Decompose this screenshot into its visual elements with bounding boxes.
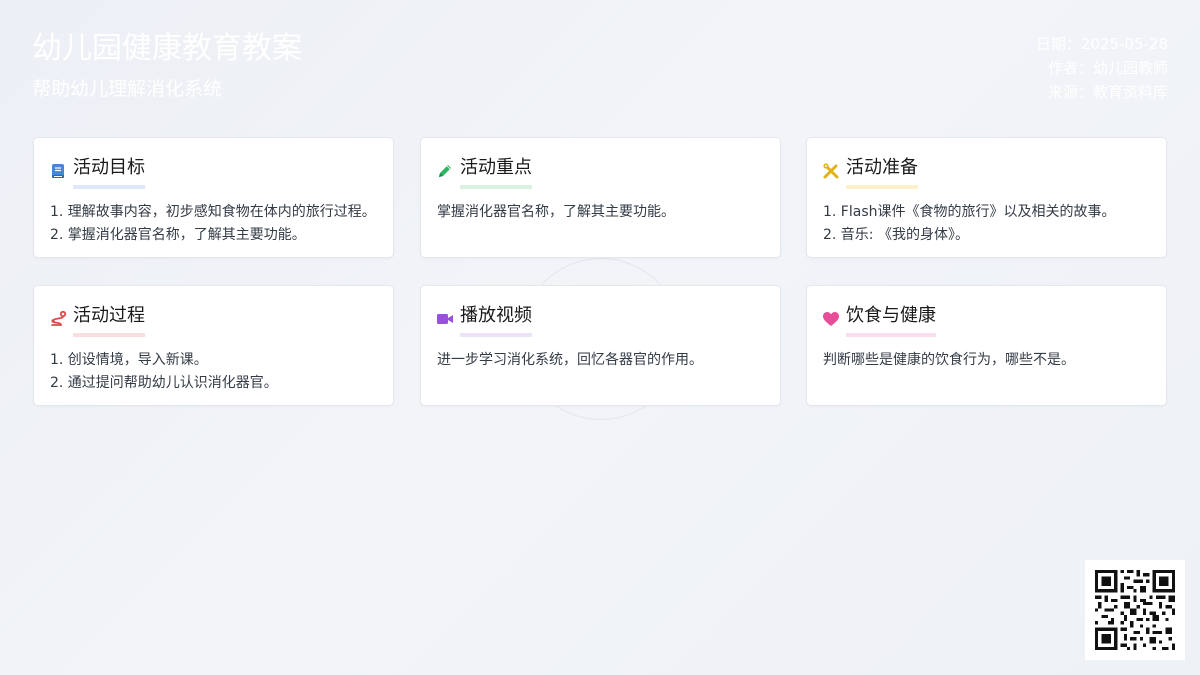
card-line: 1. 创设情境，导入新课。 [50, 352, 208, 368]
card-line: 掌握消化器官名称，了解其主要功能。 [437, 204, 675, 220]
card-activity-goals: 活动目标 1. 理解故事内容，初步感知食物在体内的旅行过程。 2. 掌握消化器官… [33, 137, 394, 258]
card-play-video: 播放视频 进一步学习消化系统，回忆各器官的作用。 [420, 285, 781, 406]
card-line: 进一步学习消化系统，回忆各器官的作用。 [437, 352, 703, 368]
card-title: 活动目标 [73, 156, 145, 189]
card-activity-preparation: 活动准备 1. Flash课件《食物的旅行》以及相关的故事。 2. 音乐: 《我… [806, 137, 1167, 258]
qr-code [1085, 560, 1185, 660]
card-line: 1. 理解故事内容，初步感知食物在体内的旅行过程。 [50, 204, 376, 220]
route-icon [49, 310, 67, 328]
card-line: 2. 掌握消化器官名称，了解其主要功能。 [50, 227, 306, 243]
card-title: 播放视频 [460, 304, 532, 337]
card-body: 进一步学习消化系统，回忆各器官的作用。 [437, 349, 768, 372]
card-title: 活动过程 [73, 304, 145, 337]
card-title: 活动准备 [846, 156, 918, 189]
card-title: 饮食与健康 [846, 304, 936, 337]
pencil-icon [436, 162, 454, 180]
card-body: 判断哪些是健康的饮食行为，哪些不是。 [823, 349, 1154, 372]
source-text: 来源：教育资料库 [1047, 83, 1168, 101]
card-activity-process: 活动过程 1. 创设情境，导入新课。 2. 通过提问帮助幼儿认识消化器官。 [33, 285, 394, 406]
card-body: 1. Flash课件《食物的旅行》以及相关的故事。 2. 音乐: 《我的身体》。 [823, 201, 1154, 247]
card-diet-health: 饮食与健康 判断哪些是健康的饮食行为，哪些不是。 [806, 285, 1167, 406]
date-text: 日期：2025-05-28 [1035, 35, 1168, 53]
card-body: 掌握消化器官名称，了解其主要功能。 [437, 201, 768, 224]
card-activity-focus: 活动重点 掌握消化器官名称，了解其主要功能。 [420, 137, 781, 258]
card-line: 2. 音乐: 《我的身体》。 [823, 227, 969, 243]
page-title: 幼儿园健康教育教案 [32, 31, 302, 66]
author-text: 作者：幼儿园教师 [1047, 59, 1168, 77]
book-icon [49, 162, 67, 180]
meta-info: 日期：2025-05-28 作者：幼儿园教师 来源：教育资料库 [1036, 32, 1168, 104]
card-body: 1. 理解故事内容，初步感知食物在体内的旅行过程。 2. 掌握消化器官名称，了解… [50, 201, 381, 247]
card-line: 2. 通过提问帮助幼儿认识消化器官。 [50, 375, 278, 391]
heart-icon [822, 310, 840, 328]
card-title: 活动重点 [460, 156, 532, 189]
card-line: 1. Flash课件《食物的旅行》以及相关的故事。 [823, 204, 1116, 220]
page-header: 幼儿园健康教育教案 帮助幼儿理解消化系统 [32, 30, 302, 102]
card-body: 1. 创设情境，导入新课。 2. 通过提问帮助幼儿认识消化器官。 [50, 349, 381, 395]
card-line: 判断哪些是健康的饮食行为，哪些不是。 [823, 352, 1075, 368]
video-camera-icon [436, 310, 454, 328]
tools-icon [822, 162, 840, 180]
qr-code-graphic [1095, 570, 1175, 650]
page-subtitle: 帮助幼儿理解消化系统 [32, 78, 223, 100]
